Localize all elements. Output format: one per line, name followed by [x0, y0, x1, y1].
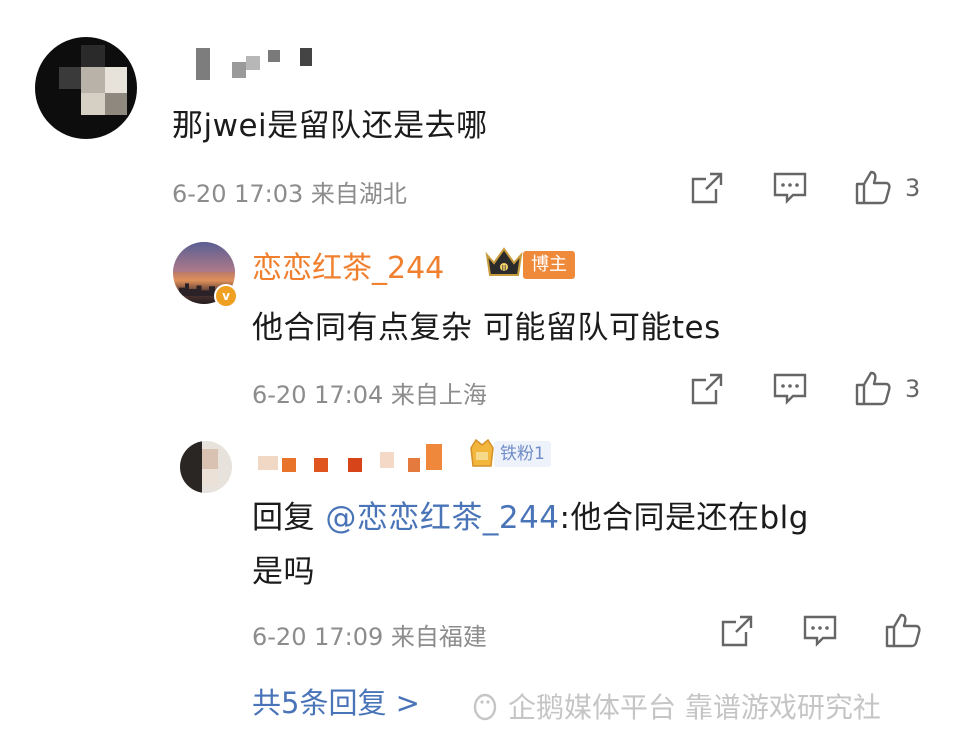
comment-icon[interactable] — [772, 372, 808, 406]
more-replies-link[interactable]: 共5条回复 > — [252, 680, 420, 722]
mention-link[interactable]: @恋恋红茶_244 — [325, 500, 559, 536]
comment-time-3: 6-20 17:09 — [252, 623, 384, 651]
like-icon[interactable] — [854, 369, 892, 407]
fan-badge-icon — [467, 436, 497, 470]
comment-meta-3: 6-20 17:09 来自福建 — [252, 617, 487, 652]
reply-prefix: 回复 — [252, 500, 326, 536]
like-count-1: 3 — [905, 174, 921, 202]
share-icon[interactable] — [690, 171, 724, 205]
comment-icon[interactable] — [802, 614, 838, 648]
comment-text-3-line2: 是吗 — [252, 554, 315, 590]
blogger-username[interactable]: 恋恋红茶_244 — [252, 243, 444, 287]
comment-location-1: 来自湖北 — [310, 180, 407, 208]
share-icon[interactable] — [720, 614, 754, 648]
reply-text: :他合同是还在blg — [559, 500, 809, 536]
like-count-2: 3 — [905, 375, 921, 403]
comment-text-3-line1: 回复 @恋恋红茶_244:他合同是还在blg — [252, 492, 809, 537]
commenter-avatar-1[interactable] — [35, 37, 137, 139]
verified-badge-icon: v — [214, 284, 238, 308]
comment-location-3: 来自福建 — [390, 623, 487, 651]
watermark-text: 企鹅媒体平台 靠谱游戏研究社 — [508, 691, 881, 724]
svg-text:II: II — [502, 264, 507, 273]
crown-icon: II — [484, 245, 524, 279]
like-icon[interactable] — [884, 611, 922, 649]
fan-avatar[interactable] — [180, 441, 232, 493]
fan-level-badge: 铁粉1 — [494, 441, 551, 467]
comment-location-2: 来自上海 — [390, 381, 487, 409]
comment-time-1: 6-20 17:03 — [172, 180, 304, 208]
blogger-badge: 博主 — [523, 251, 575, 279]
comment-icon[interactable] — [772, 171, 808, 205]
comment-meta-1: 6-20 17:03 来自湖北 — [172, 174, 407, 209]
share-icon[interactable] — [690, 372, 724, 406]
watermark-logo — [468, 688, 502, 722]
like-icon[interactable] — [854, 168, 892, 206]
comment-text-1: 那jwei是留队还是去哪 — [172, 108, 488, 144]
comment-meta-2: 6-20 17:04 来自上海 — [252, 375, 487, 410]
comment-time-2: 6-20 17:04 — [252, 381, 384, 409]
comment-text-2: 他合同有点复杂 可能留队可能tes — [252, 310, 721, 346]
